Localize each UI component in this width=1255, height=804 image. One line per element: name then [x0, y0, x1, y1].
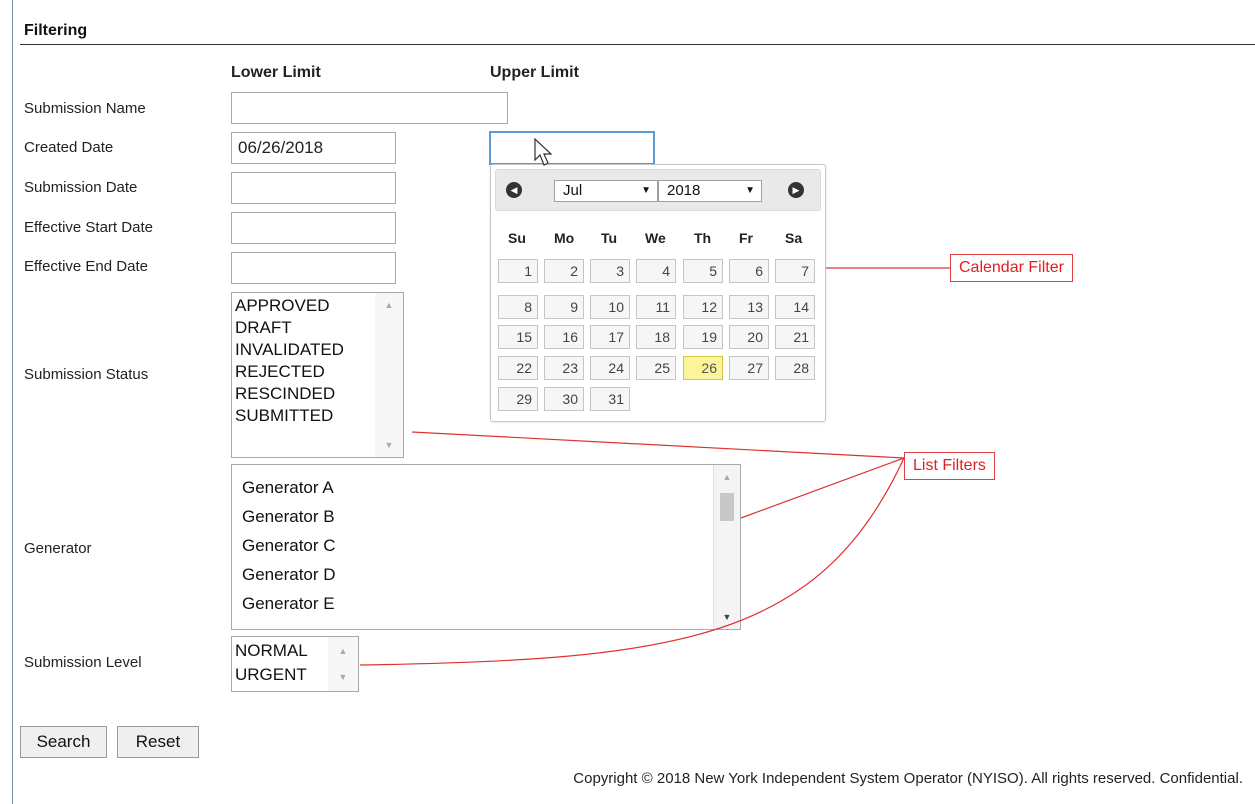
generator-annotation-line — [740, 457, 905, 519]
mouse-cursor-icon — [534, 138, 553, 166]
footer-copyright: Copyright © 2018 New York Independent Sy… — [573, 770, 1243, 787]
annotation-lines — [359, 267, 950, 666]
list-filters-annotation: List Filters — [904, 452, 995, 480]
status-annotation-line — [411, 431, 905, 459]
calendar-filter-annotation: Calendar Filter — [950, 254, 1073, 282]
level-annotation-line — [359, 457, 905, 666]
